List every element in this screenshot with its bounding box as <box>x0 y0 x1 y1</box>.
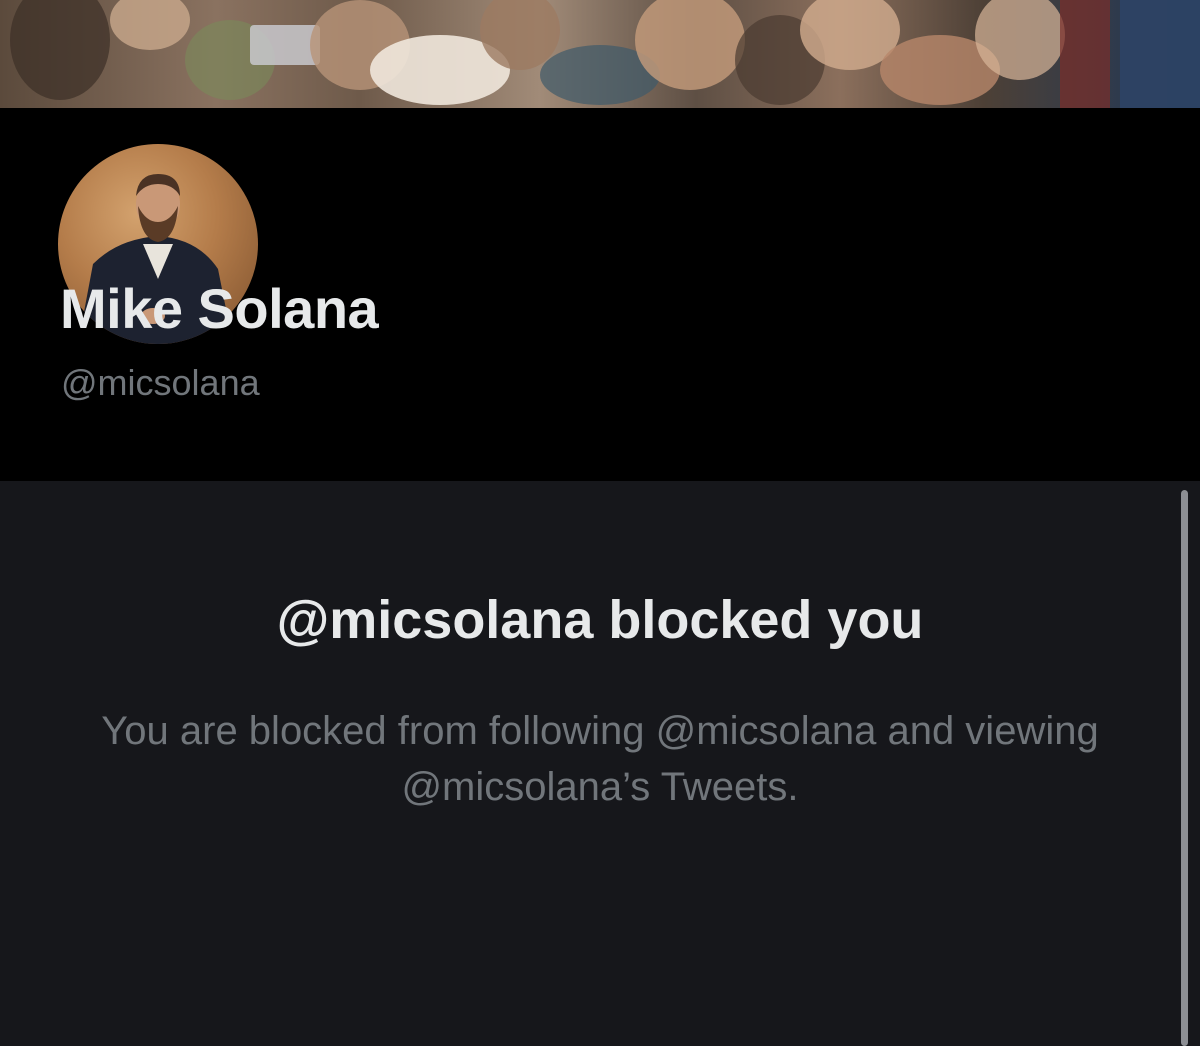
profile-handle: @micsolana <box>61 362 260 403</box>
blocked-title: @micsolana blocked you <box>276 590 924 650</box>
display-name: Mike Solana <box>60 277 379 340</box>
profile-banner-image[interactable] <box>0 0 1200 108</box>
blocked-message: You are blocked from following @micsolan… <box>101 709 1099 809</box>
scrollbar[interactable] <box>1181 490 1188 1046</box>
profile-header: Mike Solana @micsolana <box>0 108 1200 481</box>
profile-screen: Mike Solana @micsolana @micsolana blocke… <box>0 0 1200 1046</box>
blocked-notice-panel: @micsolana blocked you You are blocked f… <box>0 481 1200 1046</box>
